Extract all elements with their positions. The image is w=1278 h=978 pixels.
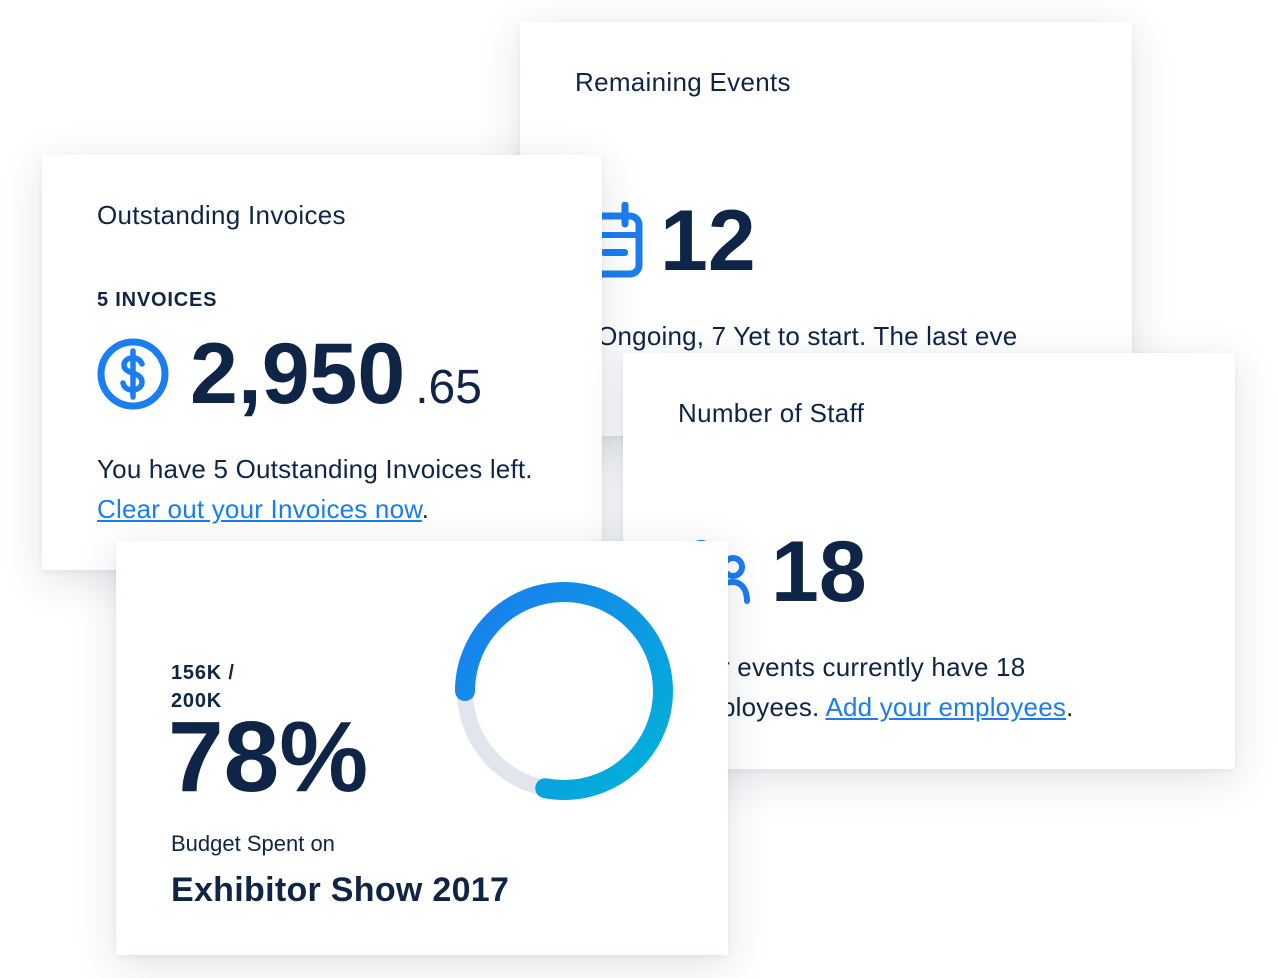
add-employees-link[interactable]: Add your employees bbox=[825, 692, 1066, 722]
staff-count: 18 bbox=[771, 524, 867, 620]
budget-event-name: Exhibitor Show 2017 bbox=[171, 871, 510, 909]
staff-description-suffix: . bbox=[1066, 692, 1074, 722]
invoices-description-suffix: . bbox=[421, 494, 430, 524]
remaining-events-count: 12 bbox=[660, 193, 756, 289]
remaining-events-title: Remaining Events bbox=[575, 67, 791, 97]
outstanding-invoices-title: Outstanding Invoices bbox=[97, 200, 346, 230]
remaining-events-description: 5 Ongoing, 7 Yet to start. The last eve bbox=[575, 321, 1018, 351]
budget-card: 156K /200K 78% Budget Spent on Exhibitor… bbox=[116, 541, 728, 955]
staff-description-line2: ployees. bbox=[721, 692, 826, 722]
staff-description-line1: r events currently have 18 bbox=[721, 652, 1026, 682]
dollar-icon bbox=[97, 338, 169, 410]
invoice-amount-whole: 2,950 bbox=[190, 326, 406, 422]
outstanding-invoices-card: Outstanding Invoices 5 INVOICES 2,950.65… bbox=[42, 155, 602, 570]
invoice-count-label: 5 INVOICES bbox=[97, 289, 218, 311]
budget-percent: 78% bbox=[168, 701, 369, 813]
invoice-amount-cents: .65 bbox=[415, 361, 482, 414]
budget-caption: Budget Spent on bbox=[171, 831, 335, 856]
number-of-staff-title: Number of Staff bbox=[678, 398, 865, 428]
clear-invoices-link[interactable]: Clear out your Invoices now bbox=[97, 494, 422, 524]
budget-progress-ring bbox=[455, 582, 673, 800]
invoices-description: You have 5 Outstanding Invoices left. Cl… bbox=[97, 449, 567, 529]
invoice-amount: 2,950.65 bbox=[190, 331, 482, 417]
invoices-description-text: You have 5 Outstanding Invoices left. bbox=[97, 454, 533, 484]
staff-description: r events currently have 18 ployees. Add y… bbox=[721, 647, 1221, 727]
budget-progress-spent: 156K / bbox=[171, 662, 235, 684]
